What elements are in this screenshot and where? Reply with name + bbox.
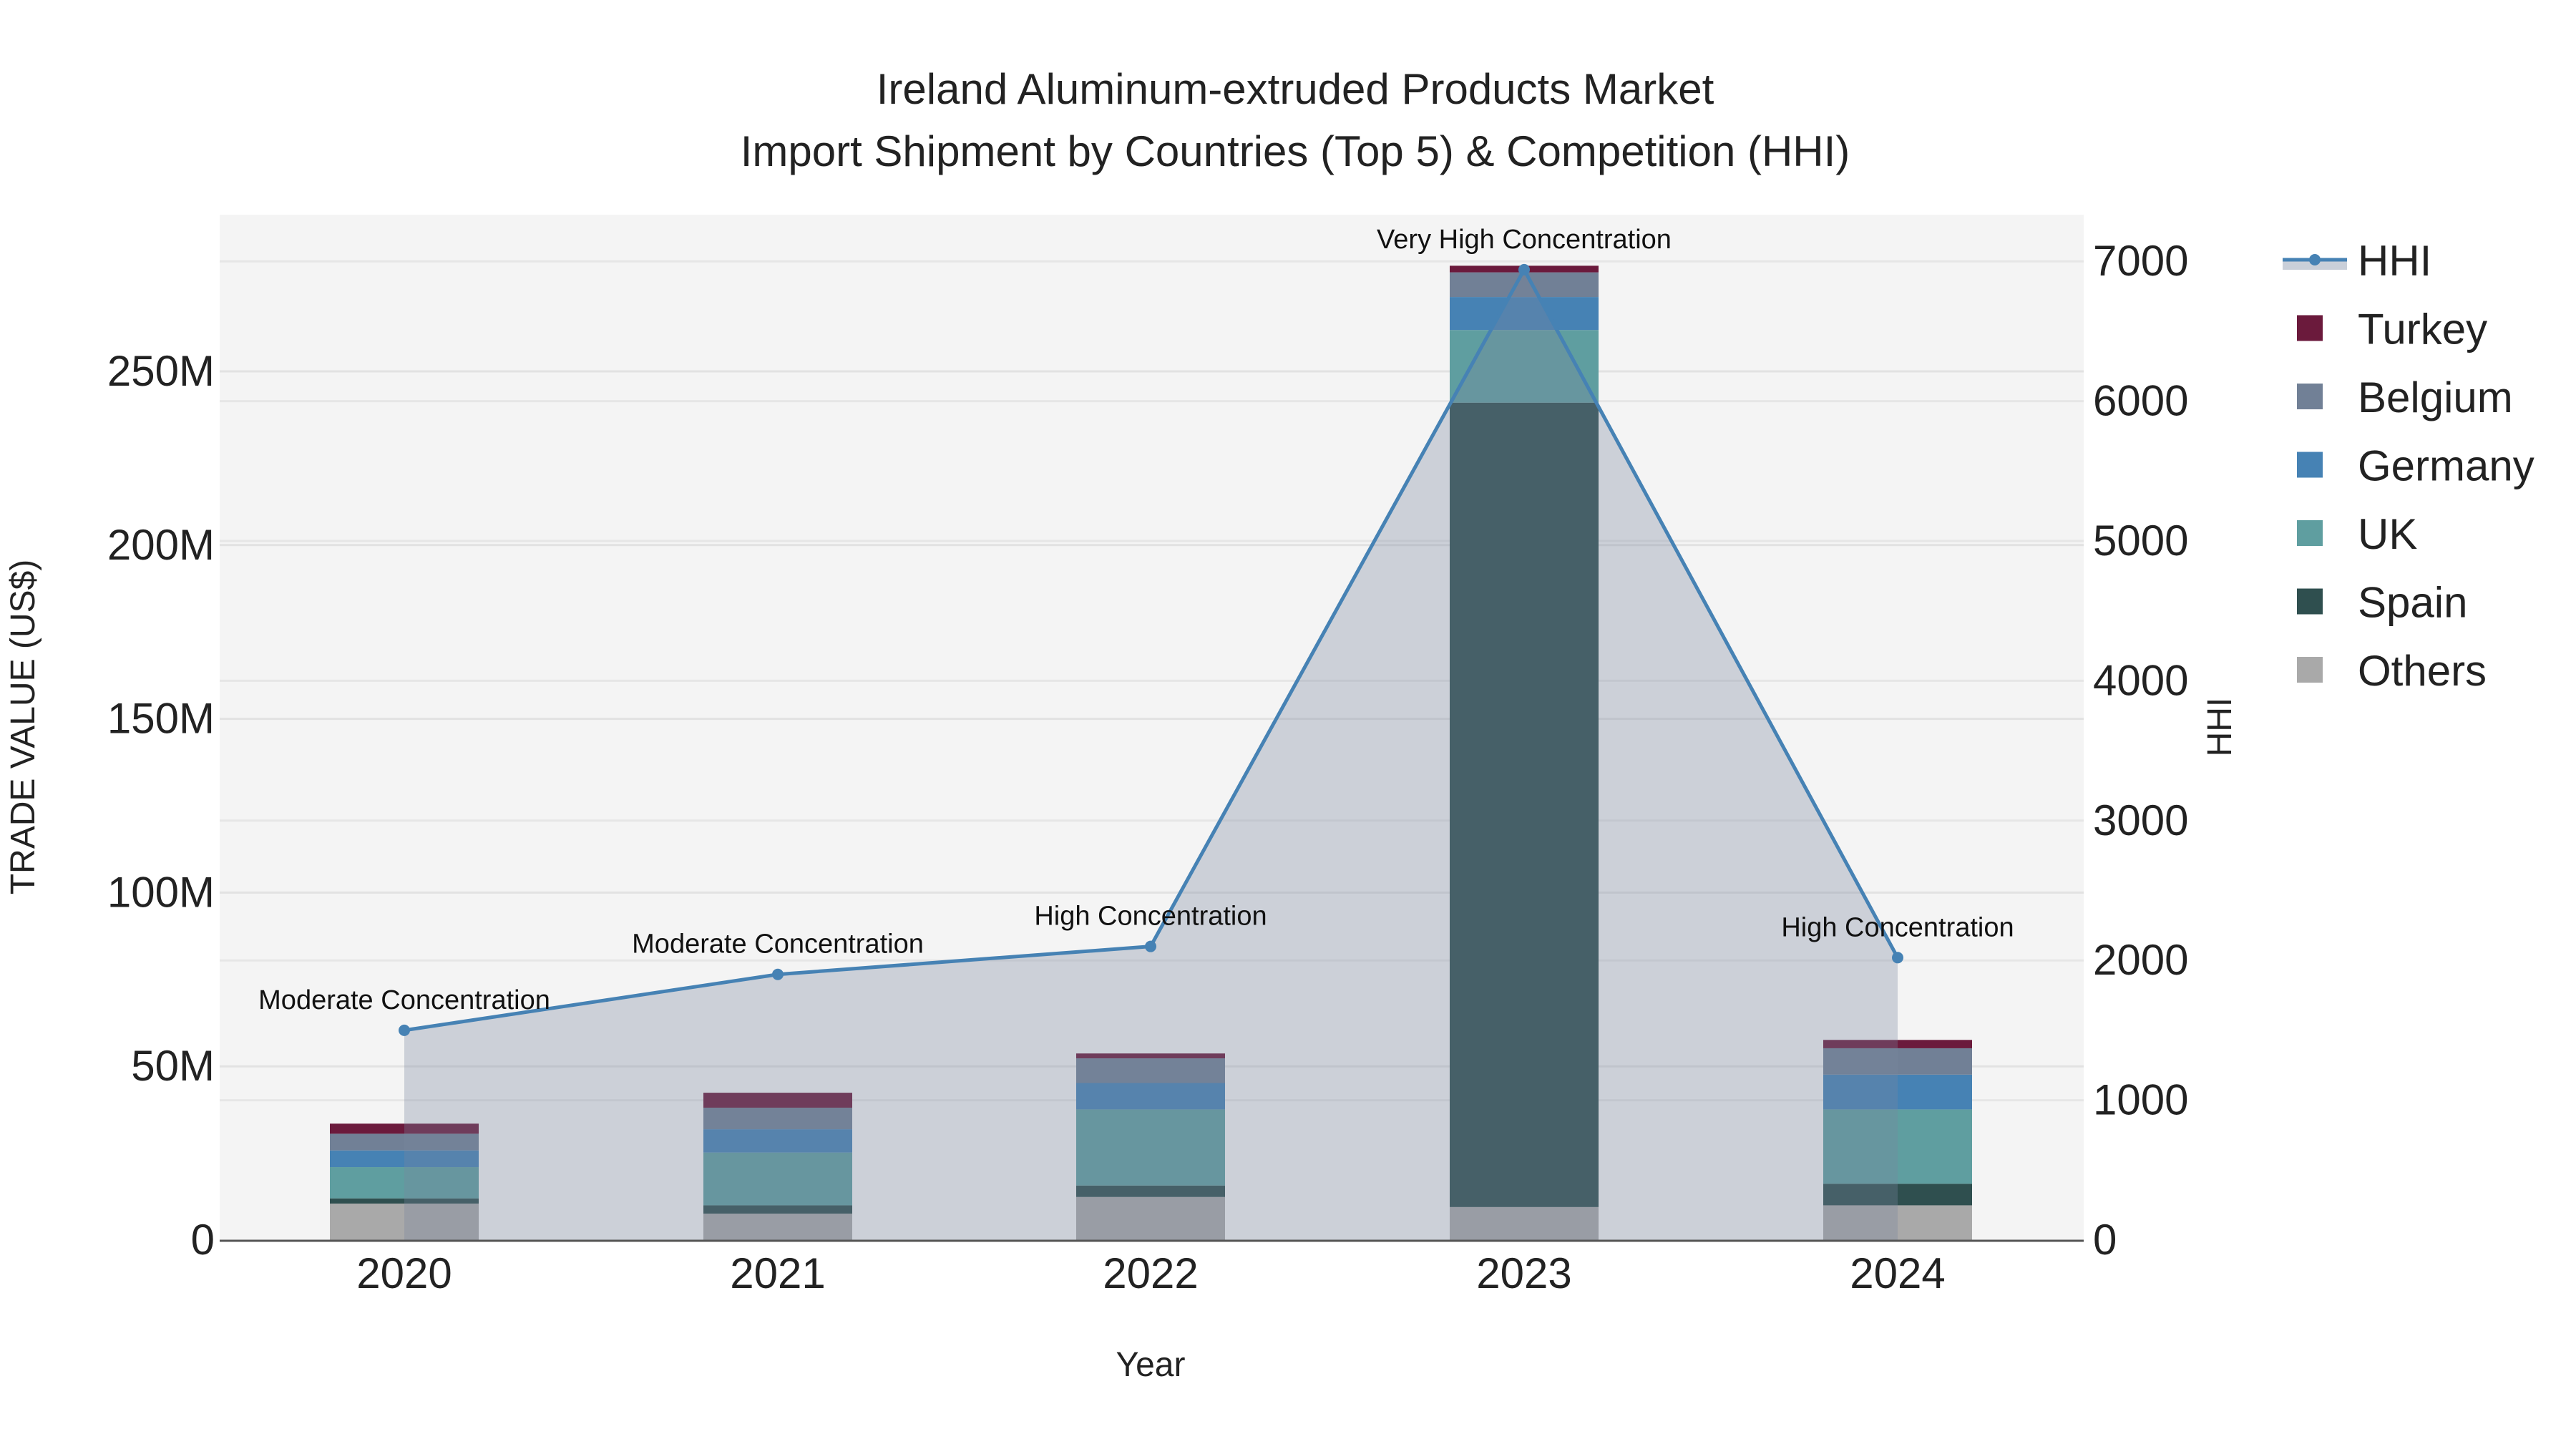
x-tick-label: 2024 — [1850, 1249, 1945, 1297]
hhi-marker — [772, 968, 784, 980]
legend-swatch-others — [2297, 657, 2323, 683]
legend-swatch-turkey — [2297, 315, 2323, 341]
hhi-marker — [1145, 940, 1156, 952]
chart-title-line2: Import Shipment by Countries (Top 5) & C… — [741, 127, 1850, 175]
legend-label-hhi: HHI — [2358, 237, 2431, 285]
x-tick-label: 2022 — [1103, 1249, 1198, 1297]
legend-label-others: Others — [2358, 647, 2487, 695]
legend-swatch-spain — [2297, 588, 2323, 615]
y-axis-title: TRADE VALUE (US$) — [4, 560, 42, 895]
y-tick-label: 150M — [107, 695, 215, 743]
legend-hhi-marker — [2309, 254, 2321, 265]
hhi-marker — [1892, 952, 1903, 964]
legend-label-germany: Germany — [2358, 442, 2534, 490]
hhi-annotation: Moderate Concentration — [632, 930, 924, 960]
chart: Moderate Concentration Moderate Concentra… — [4, 65, 2534, 1384]
legend-swatch-uk — [2297, 520, 2323, 546]
legend-swatch-belgium — [2297, 384, 2323, 409]
y2-tick-label: 2000 — [2093, 936, 2188, 984]
x-axis-title: Year — [1116, 1346, 1186, 1384]
x-tick-label: 2023 — [1476, 1249, 1571, 1297]
y2-tick-label: 0 — [2093, 1216, 2117, 1264]
y-tick-label: 250M — [107, 347, 215, 395]
y-tick-label: 100M — [107, 868, 215, 916]
y2-tick-label: 1000 — [2093, 1076, 2188, 1124]
y2-tick-label: 5000 — [2093, 517, 2188, 565]
hhi-annotation: Very High Concentration — [1377, 225, 1672, 255]
y2-tick-label: 6000 — [2093, 377, 2188, 425]
hhi-annotation: High Concentration — [1781, 912, 2014, 942]
y2-tick-label: 3000 — [2093, 796, 2188, 844]
legend: HHI Turkey Belgium Germany UK Spain Others — [2283, 237, 2534, 695]
legend-label-belgium: Belgium — [2358, 374, 2513, 421]
y-tick-label: 0 — [191, 1216, 215, 1264]
legend-label-spain: Spain — [2358, 579, 2467, 627]
legend-label-uk: UK — [2358, 510, 2417, 558]
legend-label-turkey: Turkey — [2358, 306, 2487, 353]
y2-axis-title: HHI — [2201, 698, 2239, 757]
y2-tick-label: 4000 — [2093, 656, 2188, 704]
chart-title-line1: Ireland Aluminum-extruded Products Marke… — [877, 65, 1714, 113]
legend-swatch-germany — [2297, 452, 2323, 478]
hhi-marker — [1518, 263, 1530, 275]
y-tick-label: 50M — [131, 1042, 215, 1090]
hhi-annotation: High Concentration — [1034, 902, 1267, 932]
y-tick-label: 200M — [107, 521, 215, 569]
x-tick-label: 2021 — [730, 1249, 825, 1297]
hhi-marker — [399, 1024, 410, 1036]
hhi-annotation: Moderate Concentration — [258, 985, 550, 1015]
y2-tick-label: 7000 — [2093, 237, 2188, 285]
x-tick-label: 2020 — [356, 1249, 452, 1297]
